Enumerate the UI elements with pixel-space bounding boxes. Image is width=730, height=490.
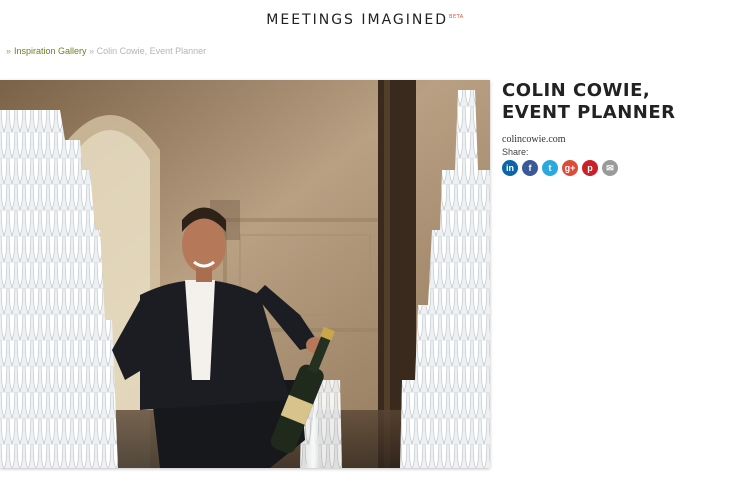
article-sidebar: COLIN COWIE, EVENT PLANNER colincowie.co… [502,80,724,176]
logo-text: MEETINGS IMAGINED [266,12,449,28]
pinterest-share-button[interactable]: p [582,160,598,176]
google-plus-share-button[interactable]: g+ [562,160,578,176]
breadcrumb-current: » Colin Cowie, Event Planner [89,46,207,56]
twitter-icon: t [548,163,552,173]
pinterest-icon: p [587,163,593,173]
page-title: COLIN COWIE, EVENT PLANNER [502,80,676,123]
linkedin-share-button[interactable]: in [502,160,518,176]
google-plus-icon: g+ [564,163,576,173]
email-icon: ✉ [606,162,614,173]
twitter-share-button[interactable]: t [542,160,558,176]
breadcrumb-link-inspiration-gallery[interactable]: Inspiration Gallery [14,46,87,56]
breadcrumb-separator: » [6,46,12,56]
site-header: MEETINGS IMAGINEDBETA [0,0,730,36]
facebook-icon: f [528,163,532,173]
share-label: Share: [502,147,529,157]
share-buttons: in f t g+ p ✉ [502,160,724,176]
facebook-share-button[interactable]: f [522,160,538,176]
beta-badge: BETA [449,14,464,20]
website-link[interactable]: colincowie.com [502,134,724,145]
event-planner-photo [0,80,490,468]
breadcrumb: » Inspiration Gallery » Colin Cowie, Even… [6,46,206,56]
site-logo[interactable]: MEETINGS IMAGINEDBETA [266,12,463,28]
email-share-button[interactable]: ✉ [602,160,618,176]
linkedin-icon: in [506,163,514,173]
